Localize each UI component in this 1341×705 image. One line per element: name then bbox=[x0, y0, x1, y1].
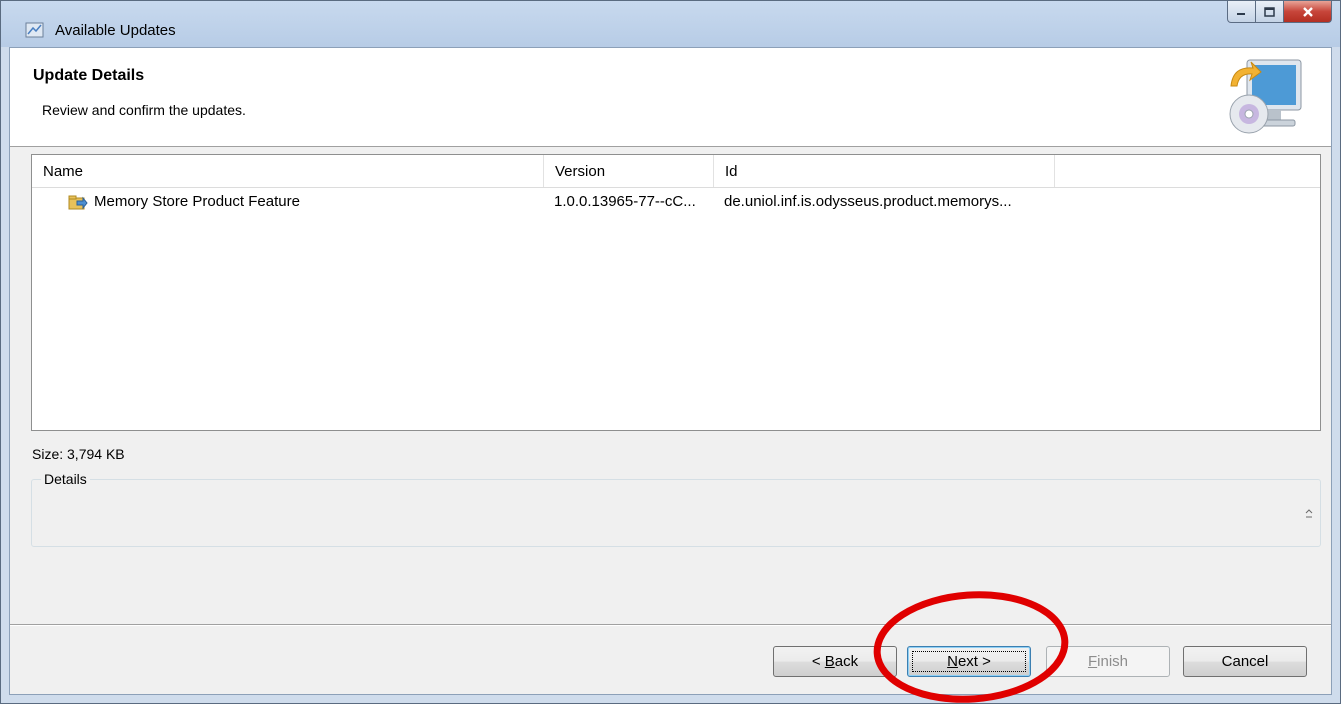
details-legend: Details bbox=[41, 471, 90, 487]
page-title: Update Details bbox=[33, 67, 145, 84]
cancel-button[interactable]: Cancel bbox=[1183, 646, 1307, 677]
column-header-name[interactable]: Name bbox=[32, 155, 544, 187]
back-button[interactable]: < Back bbox=[773, 646, 897, 677]
window-title: Available Updates bbox=[55, 22, 176, 39]
table-header: Name Version Id bbox=[32, 155, 1320, 188]
app-icon bbox=[25, 22, 44, 38]
column-header-version[interactable]: Version bbox=[544, 155, 714, 187]
details-group: Details bbox=[31, 471, 1321, 547]
finish-button[interactable]: Finish bbox=[1046, 646, 1170, 677]
maximize-icon bbox=[1264, 6, 1275, 17]
focus-rectangle bbox=[912, 651, 1026, 672]
title-bar[interactable]: Available Updates bbox=[1, 1, 1340, 47]
feature-update-icon bbox=[68, 195, 88, 210]
scroll-arrows-icon[interactable] bbox=[1304, 502, 1314, 528]
next-button[interactable]: Next > bbox=[907, 646, 1031, 677]
wizard-banner: Update Details Review and confirm the up… bbox=[10, 48, 1331, 147]
close-icon bbox=[1302, 6, 1313, 17]
maximize-button[interactable] bbox=[1256, 1, 1284, 23]
dialog-client-area: Update Details Review and confirm the up… bbox=[9, 47, 1332, 695]
row-name: Memory Store Product Feature bbox=[94, 193, 300, 210]
minimize-icon bbox=[1237, 12, 1245, 15]
minimize-button[interactable] bbox=[1227, 1, 1256, 23]
size-label: Size: 3,794 KB bbox=[32, 446, 125, 462]
table-row[interactable]: Memory Store Product Feature 1.0.0.13965… bbox=[32, 188, 1320, 216]
updates-table[interactable]: Name Version Id Memory Store Product Fea… bbox=[31, 154, 1321, 431]
dialog-window: Available Updates Update Details Review … bbox=[0, 0, 1341, 704]
row-id: de.uniol.inf.is.odysseus.product.memorys… bbox=[724, 193, 1012, 210]
close-button[interactable] bbox=[1284, 1, 1332, 23]
window-controls bbox=[1227, 1, 1332, 24]
page-description: Review and confirm the updates. bbox=[42, 102, 246, 118]
computer-update-icon bbox=[1229, 59, 1302, 134]
button-bar-separator bbox=[10, 624, 1331, 626]
column-header-id[interactable]: Id bbox=[714, 155, 1055, 187]
row-version: 1.0.0.13965-77--cC... bbox=[554, 193, 696, 210]
